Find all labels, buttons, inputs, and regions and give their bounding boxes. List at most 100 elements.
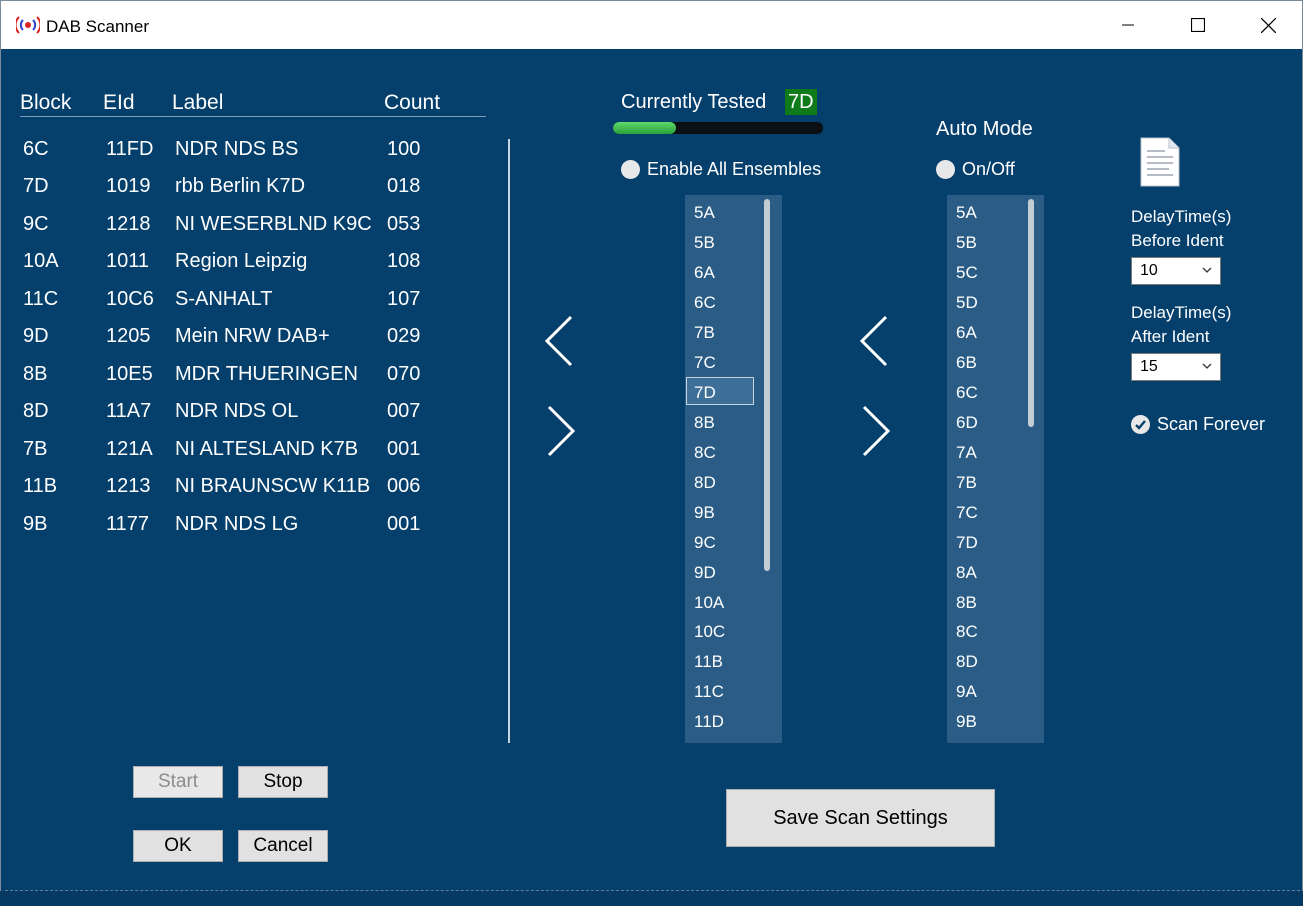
save-scan-settings-button[interactable]: Save Scan Settings [726, 789, 995, 847]
close-button[interactable] [1233, 1, 1303, 49]
cell-label: NDR NDS LG [175, 513, 299, 535]
delay-before-select[interactable]: 10 [1131, 257, 1221, 285]
table-row[interactable]: 6C 11FD NDR NDS BS 100 [5, 138, 485, 168]
list-item[interactable]: 5B [694, 233, 715, 253]
chevron-down-icon [1202, 363, 1212, 369]
list-item[interactable]: 9B [694, 503, 715, 523]
list-item[interactable]: 5C [956, 263, 978, 283]
chevron-left-icon[interactable] [858, 313, 894, 369]
cell-eid: 10E5 [106, 363, 153, 385]
cell-count: 001 [387, 513, 421, 535]
ensemble-list-scrollbar[interactable] [764, 199, 770, 571]
list-item-selected[interactable]: 7D [694, 383, 716, 403]
list-item[interactable]: 5B [956, 233, 977, 253]
list-item[interactable]: 9A [956, 682, 977, 702]
cell-block: 9D [23, 325, 49, 347]
list-item[interactable]: 10A [694, 593, 724, 613]
list-item[interactable]: 8A [956, 563, 977, 583]
list-item[interactable]: 6C [956, 383, 978, 403]
list-item[interactable]: 8D [694, 473, 716, 493]
column-header-eid[interactable]: EId [103, 91, 135, 115]
list-item[interactable]: 8C [956, 622, 978, 642]
list-item[interactable]: 6A [956, 323, 977, 343]
stop-button[interactable]: Stop [238, 766, 328, 798]
list-item[interactable]: 11C [694, 682, 724, 702]
list-item[interactable]: 8D [956, 652, 978, 672]
cell-eid: 10C6 [106, 288, 154, 310]
table-row[interactable]: 10A 1011 Region Leipzig 108 [5, 250, 485, 280]
cell-block: 8B [23, 363, 48, 385]
list-item[interactable]: 6A [694, 263, 715, 283]
start-button[interactable]: Start [133, 766, 223, 798]
list-item[interactable]: 11D [694, 712, 724, 732]
list-item[interactable]: 7D [956, 533, 978, 553]
chevron-right-icon[interactable] [858, 403, 894, 459]
cell-block: 6C [23, 138, 49, 160]
table-row[interactable]: 11C 10C6 S-ANHALT 107 [5, 288, 485, 318]
list-item[interactable]: 5A [956, 203, 977, 223]
list-item[interactable]: 7A [956, 443, 977, 463]
table-row[interactable]: 7B 121A NI ALTESLAND K7B 001 [5, 438, 485, 468]
title-bar[interactable]: DAB Scanner [1, 1, 1302, 49]
cell-block: 11C [23, 288, 59, 310]
table-row[interactable]: 9C 1218 NI WESERBLND K9C 053 [5, 213, 485, 243]
ensemble-list[interactable]: 5A 5B 6A 6C 7B 7C 7D 8B 8C 8D 9B 9C 9D 1… [685, 195, 782, 743]
cell-count: 006 [387, 475, 421, 497]
column-header-block[interactable]: Block [20, 91, 71, 115]
current-block-badge: 7D [785, 89, 817, 115]
delay-after-label-line2: After Ident [1131, 327, 1210, 346]
delay-after-value: 15 [1140, 358, 1158, 375]
delay-after-label-line1: DelayTime(s) [1131, 303, 1232, 322]
table-row[interactable]: 8B 10E5 MDR THUERINGEN 070 [5, 363, 485, 393]
cell-block: 9B [23, 513, 48, 535]
list-item[interactable]: 7C [694, 353, 716, 373]
cell-label: NDR NDS BS [175, 138, 299, 160]
auto-mode-toggle-radio[interactable] [936, 160, 955, 179]
chevron-right-icon[interactable] [543, 403, 579, 459]
table-row[interactable]: 8D 11A7 NDR NDS OL 007 [5, 400, 485, 430]
chevron-left-icon[interactable] [543, 313, 579, 369]
enable-all-label[interactable]: Enable All Ensembles [647, 159, 821, 180]
column-header-count[interactable]: Count [384, 91, 440, 115]
cell-count: 029 [387, 325, 421, 347]
cell-block: 9C [23, 213, 49, 235]
auto-mode-list[interactable]: 5A 5B 5C 5D 6A 6B 6C 6D 7A 7B 7C 7D 8A 8… [947, 195, 1044, 743]
delay-before-value: 10 [1140, 262, 1158, 279]
table-row[interactable]: 7D 1019 rbb Berlin K7D 018 [5, 175, 485, 205]
list-item[interactable]: 9D [694, 563, 716, 583]
radio-broadcast-icon [16, 16, 40, 34]
list-item[interactable]: 10C [694, 622, 725, 642]
list-item[interactable]: 11B [694, 652, 723, 672]
list-item[interactable]: 5D [956, 293, 978, 313]
table-row[interactable]: 9D 1205 Mein NRW DAB+ 029 [5, 325, 485, 355]
table-row[interactable]: 11B 1213 NI BRAUNSCW K11B 006 [5, 475, 485, 505]
cancel-button[interactable]: Cancel [238, 830, 328, 862]
list-item[interactable]: 9C [694, 533, 716, 553]
enable-all-radio[interactable] [621, 160, 640, 179]
ok-button[interactable]: OK [133, 830, 223, 862]
maximize-button[interactable] [1163, 1, 1233, 49]
header-divider [20, 116, 486, 117]
list-item[interactable]: 9B [956, 712, 977, 732]
cell-eid: 1205 [106, 325, 151, 347]
auto-mode-toggle-label[interactable]: On/Off [962, 159, 1015, 180]
list-item[interactable]: 6C [694, 293, 716, 313]
auto-mode-list-scrollbar[interactable] [1028, 199, 1034, 427]
list-item[interactable]: 7C [956, 503, 978, 523]
list-item[interactable]: 8B [694, 413, 715, 433]
scan-forever-label[interactable]: Scan Forever [1157, 414, 1265, 435]
list-item[interactable]: 8B [956, 593, 977, 613]
list-item[interactable]: 6D [956, 413, 978, 433]
list-item[interactable]: 7B [694, 323, 715, 343]
cell-label: NI ALTESLAND K7B [175, 438, 359, 460]
list-item[interactable]: 5A [694, 203, 715, 223]
column-header-label[interactable]: Label [172, 91, 223, 115]
document-icon[interactable] [1139, 137, 1181, 187]
list-item[interactable]: 7B [956, 473, 977, 493]
delay-after-select[interactable]: 15 [1131, 353, 1221, 381]
minimize-button[interactable] [1093, 1, 1163, 49]
list-item[interactable]: 6B [956, 353, 977, 373]
list-item[interactable]: 8C [694, 443, 716, 463]
scan-forever-checkbox[interactable] [1131, 415, 1150, 434]
table-row[interactable]: 9B 1177 NDR NDS LG 001 [5, 513, 485, 543]
